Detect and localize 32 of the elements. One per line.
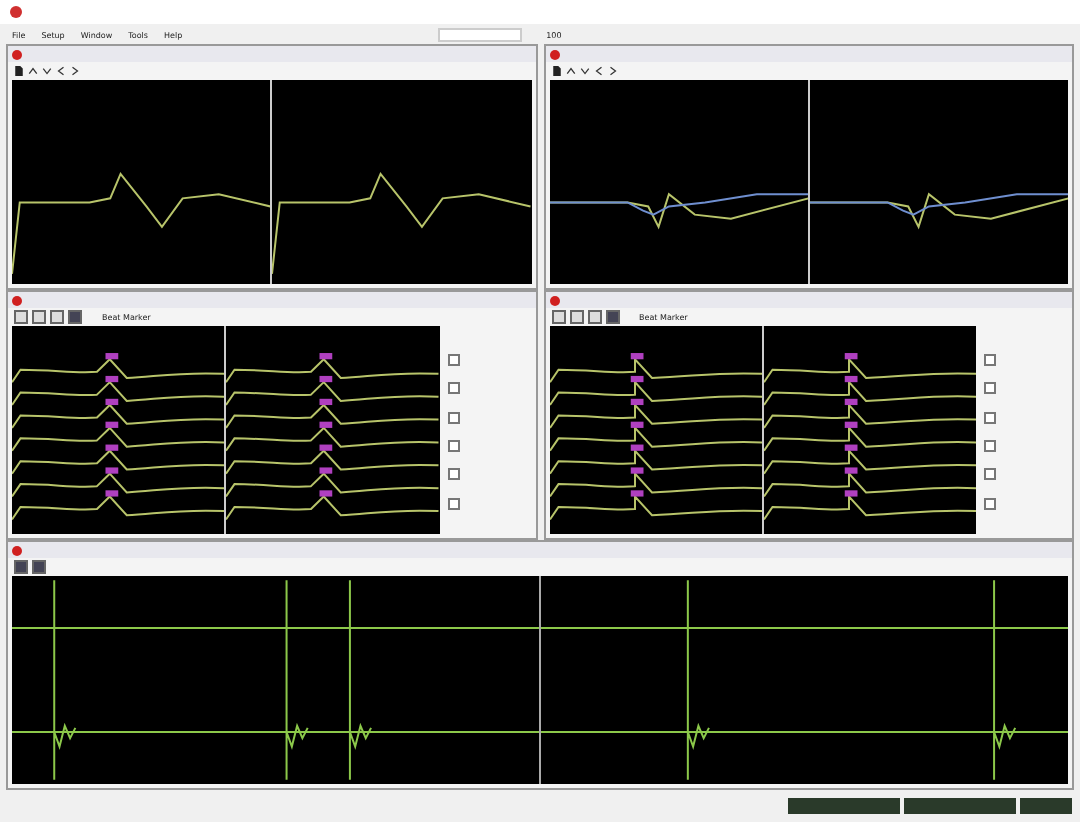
beat-checkbox[interactable] [447, 354, 459, 367]
chevron-down-icon[interactable] [579, 66, 589, 76]
chevron-up-icon[interactable] [28, 66, 38, 76]
close-icon[interactable] [12, 295, 22, 305]
close-icon[interactable] [12, 545, 22, 555]
beat-checkbox[interactable] [984, 354, 996, 367]
close-icon[interactable] [12, 49, 22, 59]
chevron-up-icon[interactable] [565, 66, 575, 76]
toolbar-field[interactable] [438, 27, 523, 41]
chevron-right-icon[interactable] [607, 66, 617, 76]
beat-checkbox[interactable] [984, 411, 996, 424]
page-icon[interactable] [14, 66, 24, 76]
beat-checkbox[interactable] [447, 440, 459, 453]
beat-checkbox[interactable] [984, 382, 996, 395]
chevron-left-icon[interactable] [593, 66, 603, 76]
beat-checkbox[interactable] [447, 411, 459, 424]
beat-checkbox[interactable] [447, 497, 459, 510]
beat-checkbox[interactable] [984, 468, 996, 481]
chevron-right-icon[interactable] [70, 66, 80, 76]
chevron-left-icon[interactable] [56, 66, 66, 76]
status-panel [1020, 798, 1072, 814]
beat-checkbox[interactable] [447, 382, 459, 395]
beat-checkbox[interactable] [984, 497, 996, 510]
close-icon[interactable] [549, 49, 559, 59]
beat-checkbox[interactable] [447, 468, 459, 481]
chevron-down-icon[interactable] [42, 66, 52, 76]
status-panel [904, 798, 1016, 814]
app-icon [10, 6, 22, 18]
status-panel [788, 798, 900, 814]
page-icon[interactable] [551, 66, 561, 76]
beat-checkbox[interactable] [984, 440, 996, 453]
close-icon[interactable] [549, 295, 559, 305]
